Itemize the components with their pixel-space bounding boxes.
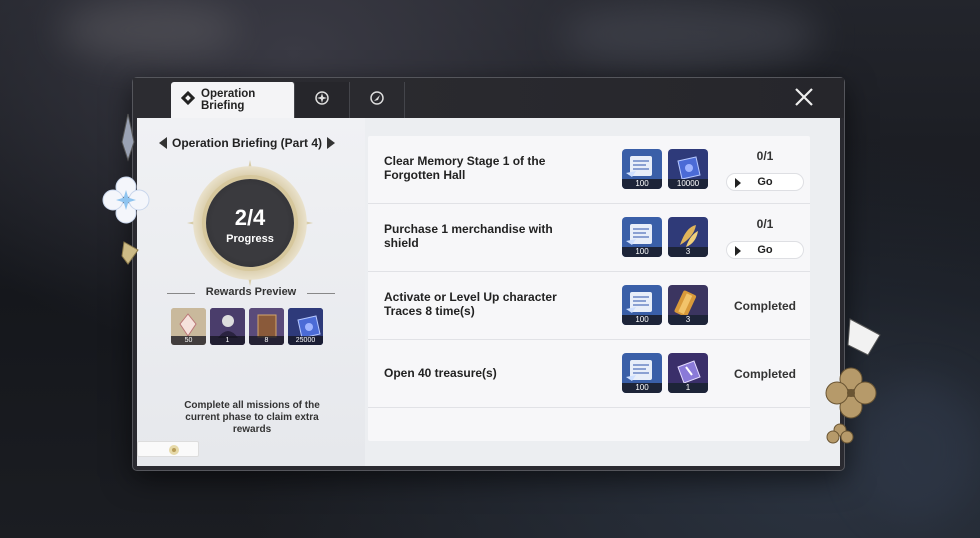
- mission-reward[interactable]: 100: [622, 217, 662, 257]
- mission-reward[interactable]: 100: [622, 285, 662, 325]
- progress-value: 2/4: [234, 205, 266, 230]
- part-selector: Operation Briefing (Part 4): [159, 136, 339, 150]
- mission-reward-quantity: 3: [668, 247, 708, 257]
- claim-extra-rewards-button[interactable]: [137, 441, 199, 457]
- mission-status: 0/1: [756, 217, 774, 231]
- navigation-icon: [369, 90, 385, 111]
- reward-quantity: 8: [249, 336, 284, 345]
- background-blur: [560, 0, 820, 70]
- reward-item[interactable]: 50: [171, 308, 206, 345]
- mission-reward[interactable]: 3: [668, 285, 708, 325]
- reward-quantity: 50: [171, 336, 206, 345]
- mission-reward[interactable]: 1: [668, 353, 708, 393]
- mission-list: Clear Memory Stage 1 of the Forgotten Ha…: [368, 136, 810, 441]
- mission-reward-quantity: 100: [622, 383, 662, 393]
- mission-reward[interactable]: 10000: [668, 149, 708, 189]
- mission-reward-quantity: 1: [668, 383, 708, 393]
- rewards-preview-list: 50 1 8 25000: [171, 308, 323, 345]
- go-button-label: Go: [757, 244, 773, 256]
- extra-rewards-note: Complete all missions of the current pha…: [184, 400, 320, 435]
- mission-description: Purchase 1 merchandise with shield: [384, 222, 553, 250]
- content-panel: Operation Briefing (Part 4) 2/4 Progress…: [137, 118, 840, 466]
- rewards-preview-title: Rewards Preview: [157, 286, 345, 298]
- mission-row: Purchase 1 merchandise with shield 100 3 0/…: [368, 204, 810, 272]
- mission-reward-quantity: 100: [622, 315, 662, 325]
- reward-item[interactable]: 1: [210, 308, 245, 345]
- mission-reward-quantity: 100: [622, 247, 662, 257]
- mission-description: Clear Memory Stage 1 of the Forgotten Ha…: [384, 154, 546, 182]
- next-part-arrow-icon[interactable]: [327, 137, 336, 149]
- mission-status: 0/1: [756, 149, 774, 163]
- previous-part-arrow-icon[interactable]: [159, 137, 167, 149]
- progress-ring: 2/4 Progress: [185, 158, 315, 288]
- mission-description: Activate or Level Up character Traces 8 …: [384, 290, 557, 318]
- tab-navigation[interactable]: [350, 82, 405, 118]
- mission-reward[interactable]: 100: [622, 353, 662, 393]
- reward-item[interactable]: 8: [249, 308, 284, 345]
- briefing-icon: [180, 90, 196, 110]
- operation-briefing-window: Operation Briefing Operation Briefing (P…: [133, 78, 844, 470]
- mission-row: Open 40 treasure(s) 100 1 Completed: [368, 340, 810, 408]
- part-title: Operation Briefing (Part 4): [172, 136, 323, 150]
- close-button[interactable]: [792, 86, 816, 110]
- mission-status: Completed: [733, 367, 796, 381]
- background-blur: [60, 0, 240, 60]
- mission-reward-quantity: 3: [668, 315, 708, 325]
- close-icon: [795, 88, 813, 106]
- mission-reward-quantity: 100: [622, 179, 662, 189]
- reward-quantity: 1: [210, 336, 245, 345]
- tab-bar: Operation Briefing: [133, 78, 844, 118]
- reward-quantity: 25000: [288, 336, 323, 345]
- compass-icon: [314, 90, 330, 111]
- go-arrow-icon: [735, 178, 741, 188]
- mission-description: Open 40 treasure(s): [384, 366, 497, 380]
- mission-reward[interactable]: 100: [622, 149, 662, 189]
- tab-compass[interactable]: [295, 82, 350, 118]
- progress-ring-center: 2/4 Progress: [206, 179, 294, 267]
- go-arrow-icon: [735, 246, 741, 256]
- decorative-charm-left: [102, 113, 150, 265]
- decorative-charm-right: [825, 318, 881, 444]
- mission-reward[interactable]: 3: [668, 217, 708, 257]
- mission-row: Clear Memory Stage 1 of the Forgotten Ha…: [368, 136, 810, 204]
- left-summary-panel: Operation Briefing (Part 4) 2/4 Progress…: [137, 118, 365, 466]
- mission-row: Activate or Level Up character Traces 8 …: [368, 272, 810, 340]
- tab-operation-briefing[interactable]: Operation Briefing: [171, 82, 295, 118]
- tab-label: Operation Briefing: [201, 88, 256, 112]
- go-button[interactable]: Go: [726, 173, 804, 191]
- reward-item[interactable]: 25000: [288, 308, 323, 345]
- mission-status: Completed: [733, 299, 796, 313]
- flower-badge-icon: [169, 445, 179, 455]
- progress-label: Progress: [226, 233, 274, 245]
- go-button[interactable]: Go: [726, 241, 804, 259]
- mission-reward-quantity: 10000: [668, 179, 708, 189]
- go-button-label: Go: [757, 176, 773, 188]
